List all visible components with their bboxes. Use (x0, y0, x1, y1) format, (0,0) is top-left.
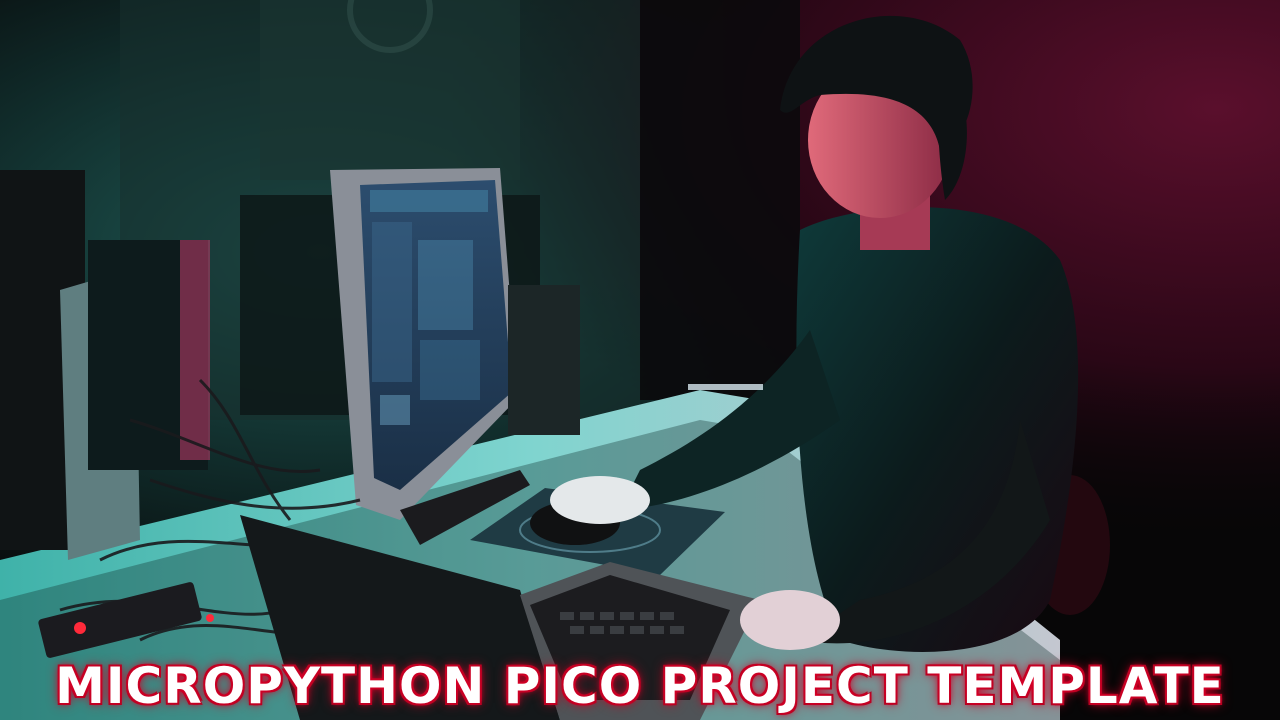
monitor-icon (330, 168, 530, 545)
photo-scene (0, 0, 1280, 720)
